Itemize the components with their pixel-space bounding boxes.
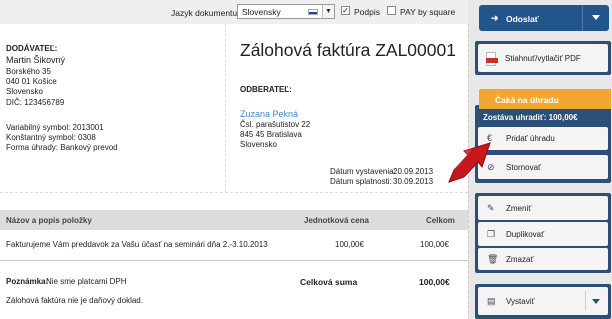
supplier-name: Martin Šikovný xyxy=(6,55,66,65)
row-item: Fakturujeme Vám preddavok za Vašu účasť … xyxy=(6,240,268,249)
payment-panel: Zostáva uhradiť: 100,00€ € Pridať úhradu… xyxy=(475,105,611,183)
column-divider xyxy=(225,24,226,192)
pay-by-square-checkbox[interactable] xyxy=(387,6,396,15)
customer-street: Čsl. parašutistov 22 xyxy=(240,120,311,129)
header-item: Názov a popis položky xyxy=(6,216,92,225)
issue-date-label: Dátum vystavenia: xyxy=(330,167,396,176)
copy-icon: ❐ xyxy=(487,229,496,239)
issue-label: Vystaviť xyxy=(506,297,535,306)
signature-checkbox[interactable]: ✓ xyxy=(341,6,350,15)
issue-date: 20.09.2013 xyxy=(393,167,434,176)
items-table-header: Názov a popis položky Jednotková cena Ce… xyxy=(0,210,468,230)
due-date-label: Dátum splatnosti: xyxy=(330,177,392,186)
constant-symbol: Konštantný symbol: 0308 xyxy=(6,133,96,142)
table-divider xyxy=(0,260,468,261)
status-label: Čaká na úhradu xyxy=(495,95,559,105)
customer-country: Slovensko xyxy=(240,140,277,149)
document-icon: ▤ xyxy=(487,296,496,306)
download-label: Stiahnuť/vytlačiť PDF xyxy=(505,54,581,63)
header-total: Celkom xyxy=(426,216,455,225)
delete-button[interactable]: 🗑 Zmazať xyxy=(478,248,608,270)
row-total: 100,00€ xyxy=(420,240,449,249)
header-unit-price: Jednotková cena xyxy=(304,216,369,225)
issue-split-divider xyxy=(585,291,586,311)
duplicate-label: Duplikovať xyxy=(506,230,545,239)
edit-button[interactable]: ✎ Zmeniť xyxy=(478,196,608,220)
customer-name[interactable]: Zuzana Pekná xyxy=(240,109,298,119)
edit-label: Zmeniť xyxy=(506,204,532,213)
document-toolbar: Jazyk dokumentu Slovensky ▼ ✓ Podpis PAY… xyxy=(0,0,468,24)
language-label: Jazyk dokumentu xyxy=(171,8,238,18)
issue-panel: ▤ Vystaviť xyxy=(475,284,611,319)
language-select[interactable]: Slovensky ▼ xyxy=(237,4,335,19)
supplier-street: Borského 35 xyxy=(6,67,51,76)
download-panel: Stiahnuť/vytlačiť PDF xyxy=(475,41,611,75)
slovak-flag-icon xyxy=(308,9,318,15)
download-pdf-button[interactable]: Stiahnuť/vytlačiť PDF xyxy=(478,44,608,72)
footer-note: Zálohová faktúra nie je daňový doklad. xyxy=(6,296,143,305)
supplier-city: 040 01 Košice xyxy=(6,77,57,86)
pdf-icon xyxy=(486,52,498,66)
duplicate-button[interactable]: ❐ Duplikovať xyxy=(478,222,608,246)
add-payment-label: Pridať úhradu xyxy=(506,134,555,143)
note-label: Poznámka: xyxy=(6,277,49,286)
delete-label: Zmazať xyxy=(506,255,534,264)
chevron-down-icon[interactable] xyxy=(592,299,600,304)
send-split-divider xyxy=(582,5,583,31)
total-value: 100,00€ xyxy=(419,277,450,287)
trash-icon: 🗑 xyxy=(487,254,499,264)
invoice-title: Zálohová faktúra ZAL00001 xyxy=(240,40,456,60)
customer-city: 845 45 Bratislava xyxy=(240,130,302,139)
add-payment-button[interactable]: € Pridať úhradu xyxy=(478,127,608,150)
note-text: Nie sme platcami DPH xyxy=(46,277,127,286)
payment-method: Forma úhrady: Bankový prevod xyxy=(6,143,118,152)
invoice-document: DODÁVATEĽ: Martin Šikovný Borského 35 04… xyxy=(0,24,469,319)
language-value: Slovensky xyxy=(242,7,281,17)
chevron-down-icon[interactable] xyxy=(592,15,600,20)
row-unit-price: 100,00€ xyxy=(335,240,364,249)
signature-label: Podpis xyxy=(354,7,380,17)
supplier-dic: DIČ: 123456789 xyxy=(6,98,65,107)
status-badge: Čaká na úhradu xyxy=(479,89,611,109)
customer-heading: ODBERATEĽ: xyxy=(240,85,292,94)
row-divider xyxy=(0,192,468,193)
send-icon: ➜ xyxy=(491,13,499,23)
total-label: Celková suma xyxy=(300,277,358,287)
annotation-arrow-icon xyxy=(448,142,491,183)
issue-button[interactable]: ▤ Vystaviť xyxy=(478,287,608,315)
send-button[interactable]: ➜ Odoslať xyxy=(479,5,609,31)
pencil-icon: ✎ xyxy=(487,203,495,213)
cancel-label: Stornovať xyxy=(506,163,542,172)
supplier-country: Slovensko xyxy=(6,87,43,96)
variable-symbol: Variabilný symbol: 2013001 xyxy=(6,123,104,132)
due-date: 30.09.2013 xyxy=(393,177,434,186)
actions-panel: ✎ Zmeniť ❐ Duplikovať 🗑 Zmazať xyxy=(475,193,611,273)
cancel-invoice-button[interactable]: ⊘ Stornovať xyxy=(478,155,608,179)
chevron-down-icon[interactable]: ▼ xyxy=(322,5,334,18)
pay-by-square-label: PAY by square xyxy=(400,7,456,17)
send-label: Odoslať xyxy=(506,14,539,24)
supplier-heading: DODÁVATEĽ: xyxy=(6,44,58,53)
remaining-amount: Zostáva uhradiť: 100,00€ xyxy=(483,113,578,122)
